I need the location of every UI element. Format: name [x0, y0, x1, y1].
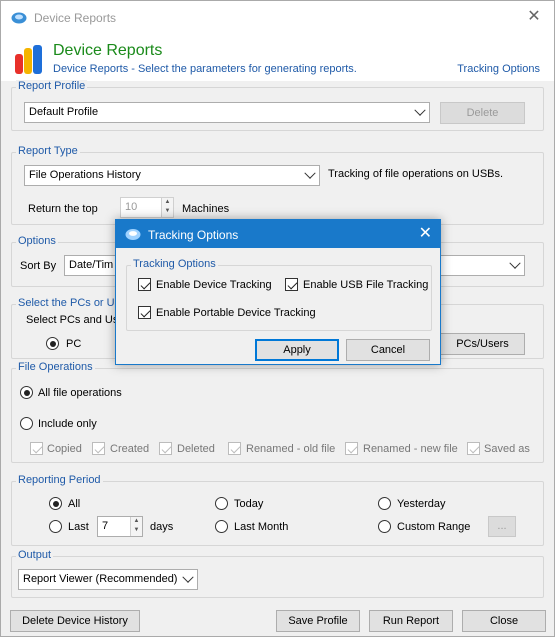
window-title: Device Reports [34, 11, 117, 25]
pcs-prompt: Select PCs and Use [26, 314, 125, 326]
enable-usb-tracking-checkbox[interactable] [285, 278, 298, 291]
file-operations-label: File Operations [16, 361, 95, 373]
enable-device-tracking-label: Enable Device Tracking [156, 279, 272, 291]
report-type-description: Tracking of file operations on USBs. [328, 168, 504, 180]
delete-profile-button[interactable]: Delete [440, 102, 525, 124]
enable-device-tracking-checkbox[interactable] [138, 278, 151, 291]
cancel-button[interactable]: Cancel [346, 339, 430, 361]
output-select[interactable]: Report Viewer (Recommended) [18, 569, 198, 590]
copied-label: Copied [47, 443, 82, 455]
enable-portable-tracking-checkbox[interactable] [138, 306, 151, 319]
copied-checkbox[interactable] [30, 442, 43, 455]
device-reports-window: Device Reports ✕ Device Reports Device R… [0, 0, 555, 637]
tracking-options-group-label: Tracking Options [131, 258, 218, 270]
close-icon[interactable]: ✕ [524, 7, 544, 27]
period-last-label: Last [68, 521, 89, 533]
pcs-users-button[interactable]: PCs/Users [440, 333, 525, 355]
renamed-old-checkbox[interactable] [228, 442, 241, 455]
renamed-old-label: Renamed - old file [246, 443, 336, 455]
reporting-period-label: Reporting Period [16, 474, 103, 486]
save-profile-button[interactable]: Save Profile [276, 610, 360, 632]
report-type-value: File Operations History [29, 169, 141, 181]
renamed-new-checkbox[interactable] [345, 442, 358, 455]
last-days-stepper[interactable]: 7 ▲ ▼ [97, 516, 143, 537]
last-days-value: 7 [102, 520, 109, 532]
period-custom-radio[interactable] [378, 520, 391, 533]
title-bar: Device Reports ✕ [1, 1, 554, 35]
close-button[interactable]: Close [462, 610, 546, 632]
chevron-down-icon [509, 257, 521, 269]
app-icon [125, 229, 141, 240]
dialog-title: Tracking Options [148, 228, 239, 242]
reports-logo-icon [15, 45, 42, 74]
sort-by-label: Sort By [20, 260, 57, 272]
profile-select-value: Default Profile [29, 106, 99, 118]
enable-usb-tracking-label: Enable USB File Tracking [303, 279, 429, 291]
period-last-month-radio[interactable] [215, 520, 228, 533]
renamed-new-label: Renamed - new file [363, 443, 458, 455]
report-type-group: Report Type File Operations History Trac… [11, 145, 544, 225]
days-label: days [150, 521, 174, 533]
period-last-radio[interactable] [49, 520, 62, 533]
period-all-radio[interactable] [49, 497, 62, 510]
pc-radio-label: PC [66, 338, 82, 350]
header: Device Reports Device Reports - Select t… [1, 35, 554, 81]
sort-by-value: Date/Tim [69, 259, 114, 271]
apply-button[interactable]: Apply [255, 339, 339, 361]
enable-portable-tracking-label: Enable Portable Device Tracking [156, 307, 316, 319]
custom-range-button[interactable]: ... [488, 516, 516, 537]
return-top-label: Return the top [28, 203, 98, 215]
report-profile-group: Report Profile Default Profile Delete [11, 80, 544, 131]
created-label: Created [110, 443, 150, 455]
period-custom-label: Custom Range [397, 521, 471, 533]
stepper-arrows-icon[interactable]: ▲ ▼ [161, 198, 173, 217]
machines-label: Machines [182, 203, 230, 215]
output-group: Output Report Viewer (Recommended) [11, 549, 544, 598]
include-only-label: Include only [38, 418, 97, 430]
page-subtitle: Device Reports - Select the parameters f… [53, 63, 357, 75]
deleted-label: Deleted [177, 443, 215, 455]
pc-radio[interactable] [46, 337, 59, 350]
tracking-options-link[interactable]: Tracking Options [457, 63, 540, 75]
delete-history-button[interactable]: Delete Device History [10, 610, 140, 632]
top-count-value: 10 [125, 201, 138, 213]
saved-as-checkbox[interactable] [467, 442, 480, 455]
file-operations-group: File Operations All file operations Incl… [11, 361, 544, 463]
all-file-ops-label: All file operations [38, 387, 122, 399]
close-icon[interactable]: ✕ [419, 223, 432, 243]
report-type-label: Report Type [16, 145, 80, 157]
deleted-checkbox[interactable] [159, 442, 172, 455]
dialog-title-bar: Tracking Options ✕ [116, 220, 440, 248]
created-checkbox[interactable] [92, 442, 105, 455]
chevron-down-icon [304, 167, 316, 179]
output-label: Output [16, 549, 54, 561]
period-last-month-label: Last Month [234, 521, 289, 533]
tracking-options-group: Tracking Options Enable Device Tracking … [126, 258, 432, 331]
output-select-value: Report Viewer (Recommended) [23, 573, 178, 585]
run-report-button[interactable]: Run Report [369, 610, 453, 632]
options-label: Options [16, 235, 58, 247]
period-yesterday-label: Yesterday [397, 498, 446, 510]
period-today-radio[interactable] [215, 497, 228, 510]
chevron-down-icon [414, 104, 426, 116]
period-all-label: All [68, 498, 81, 510]
report-profile-label: Report Profile [16, 80, 88, 92]
pcs-label: Select the PCs or Us [16, 297, 123, 309]
period-today-label: Today [234, 498, 264, 510]
all-file-ops-radio[interactable] [20, 386, 33, 399]
saved-as-label: Saved as [484, 443, 530, 455]
chevron-down-icon [182, 571, 194, 583]
profile-select[interactable]: Default Profile [24, 102, 430, 123]
app-icon [11, 12, 27, 24]
report-type-select[interactable]: File Operations History [24, 165, 320, 186]
period-yesterday-radio[interactable] [378, 497, 391, 510]
tracking-options-dialog: Tracking Options ✕ Tracking Options Enab… [115, 219, 441, 365]
reporting-period-group: Reporting Period All Today Yesterday Las… [11, 474, 544, 546]
page-title: Device Reports [53, 42, 163, 59]
top-count-stepper[interactable]: 10 ▲ ▼ [120, 197, 174, 218]
include-only-radio[interactable] [20, 417, 33, 430]
stepper-arrows-icon[interactable]: ▲ ▼ [130, 517, 142, 536]
